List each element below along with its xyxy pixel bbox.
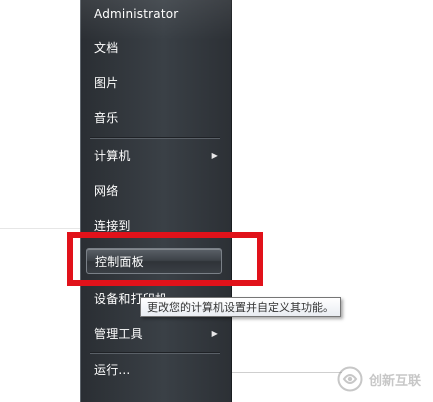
start-menu-item-pictures[interactable]: 图片 [86, 68, 224, 96]
start-menu-item-computer[interactable]: 计算机 ▶ [86, 141, 224, 169]
annotation-highlight-box [67, 232, 263, 286]
start-menu-item-run[interactable]: 运行... [86, 355, 224, 383]
start-menu-item-network[interactable]: 网络 [86, 176, 224, 204]
menu-item-label: 运行... [94, 362, 131, 377]
submenu-arrow-icon: ▶ [211, 150, 218, 160]
menu-item-label: 连接到 [94, 218, 131, 233]
tooltip-text: 更改您的计算机设置并自定义其功能。 [147, 301, 334, 314]
menu-item-label: 图片 [94, 75, 119, 90]
menu-item-label: 管理工具 [94, 326, 143, 341]
swirl-logo-icon [337, 366, 363, 392]
start-menu-user-name[interactable]: Administrator [86, 0, 224, 28]
menu-item-label: 网络 [94, 183, 119, 198]
background-line [232, 372, 342, 373]
start-menu-item-documents[interactable]: 文档 [86, 33, 224, 61]
menu-separator [90, 352, 220, 354]
watermark: 创新互联 [337, 366, 421, 392]
menu-item-label: 计算机 [94, 148, 131, 163]
start-menu-item-music[interactable]: 音乐 [86, 103, 224, 131]
control-panel-tooltip: 更改您的计算机设置并自定义其功能。 [140, 297, 341, 317]
menu-separator [90, 137, 220, 139]
start-menu-item-admin-tools[interactable]: 管理工具 ▶ [86, 319, 224, 347]
menu-item-label: 文档 [94, 40, 119, 55]
user-name-label: Administrator [94, 7, 179, 21]
submenu-arrow-icon: ▶ [211, 328, 218, 338]
screenshot-stage: Administrator 文档 图片 音乐 计算机 ▶ 网络 连接到 控制面板… [0, 0, 433, 402]
watermark-text: 创新互联 [368, 373, 421, 389]
menu-item-label: 音乐 [94, 110, 119, 125]
background-line [0, 228, 80, 229]
